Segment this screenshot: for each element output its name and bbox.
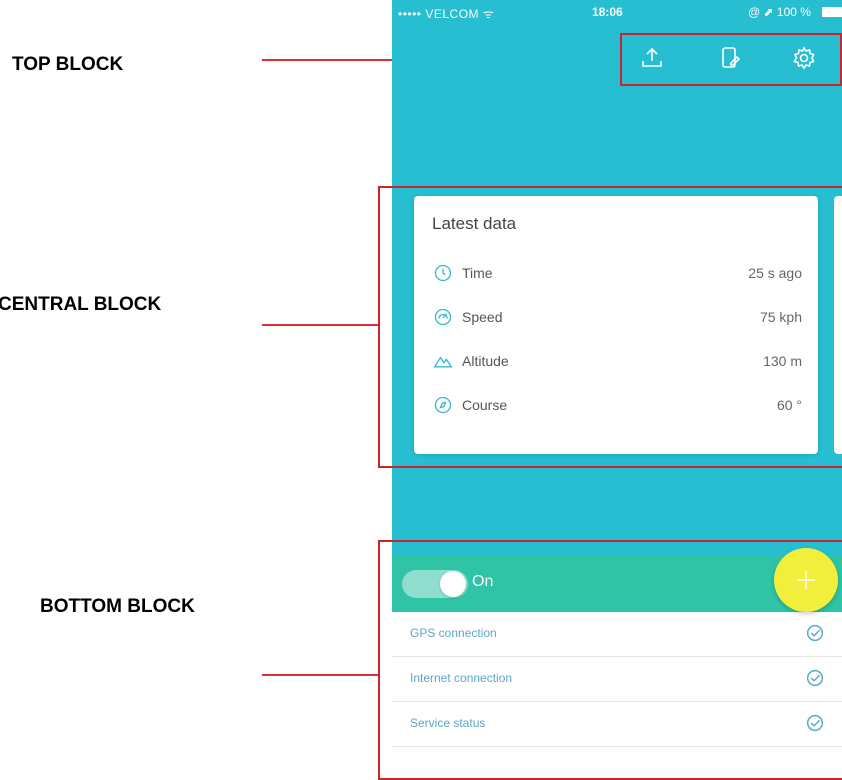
status-row-gps[interactable]: GPS connection (392, 612, 842, 657)
carrier-label: ••••• VELCOM ᯤ (398, 7, 495, 21)
top-block-label: TOP BLOCK (12, 54, 124, 75)
bottom-block-label: BOTTOM BLOCK (40, 596, 195, 617)
tracking-toggle[interactable] (402, 570, 468, 598)
card-title: Latest data (432, 214, 517, 233)
phone-screen: ••••• VELCOM ᯤ 18:06 @ ⬈ 100 % Latest da… (392, 0, 842, 777)
check-circle-icon (806, 624, 824, 642)
central-block-connector (262, 324, 380, 326)
bottom-block-connector (262, 674, 380, 676)
data-row-label: Course (462, 397, 508, 413)
status-row-internet[interactable]: Internet connection (392, 657, 842, 702)
data-row-altitude: Altitude 130 m (432, 350, 802, 374)
status-label: GPS connection (410, 626, 497, 640)
data-row-label: Altitude (462, 353, 509, 369)
status-bar: ••••• VELCOM ᯤ 18:06 @ ⬈ 100 % (392, 0, 842, 22)
top-bar (622, 38, 842, 84)
mountain-icon (432, 350, 454, 372)
check-circle-icon (806, 669, 824, 687)
toggle-knob (440, 571, 466, 597)
battery-label: @ ⬈ 100 % (748, 5, 811, 19)
plus-icon (797, 571, 815, 589)
data-row-label: Time (462, 265, 493, 281)
next-card-peek[interactable] (834, 196, 842, 454)
data-row-time: Time 25 s ago (432, 262, 802, 286)
data-row-value: 25 s ago (748, 265, 802, 281)
data-row-value: 130 m (763, 353, 802, 369)
clock-icon (432, 262, 454, 284)
status-label: Internet connection (410, 671, 513, 685)
clock-label: 18:06 (592, 5, 623, 19)
data-row-value: 75 kph (759, 309, 802, 325)
data-row-course: Course 60 ° (432, 394, 802, 418)
data-row-value: 60 ° (776, 397, 802, 413)
toggle-state-label: On (472, 573, 494, 590)
latest-data-card[interactable]: Latest data Time 25 s ago Speed 75 kph A… (414, 196, 818, 454)
battery-icon (822, 7, 842, 17)
add-button[interactable] (774, 548, 838, 612)
check-circle-icon (806, 714, 824, 732)
central-block-label: CENTRAL BLOCK (0, 294, 162, 315)
speedometer-icon (432, 306, 454, 328)
status-label: Service status (410, 716, 486, 730)
gear-icon[interactable] (790, 44, 818, 72)
data-row-label: Speed (462, 309, 503, 325)
data-row-speed: Speed 75 kph (432, 306, 802, 330)
compass-icon (432, 394, 454, 416)
phone-edit-icon[interactable] (716, 44, 744, 72)
upload-icon[interactable] (638, 44, 666, 72)
status-row-service[interactable]: Service status (392, 702, 842, 747)
